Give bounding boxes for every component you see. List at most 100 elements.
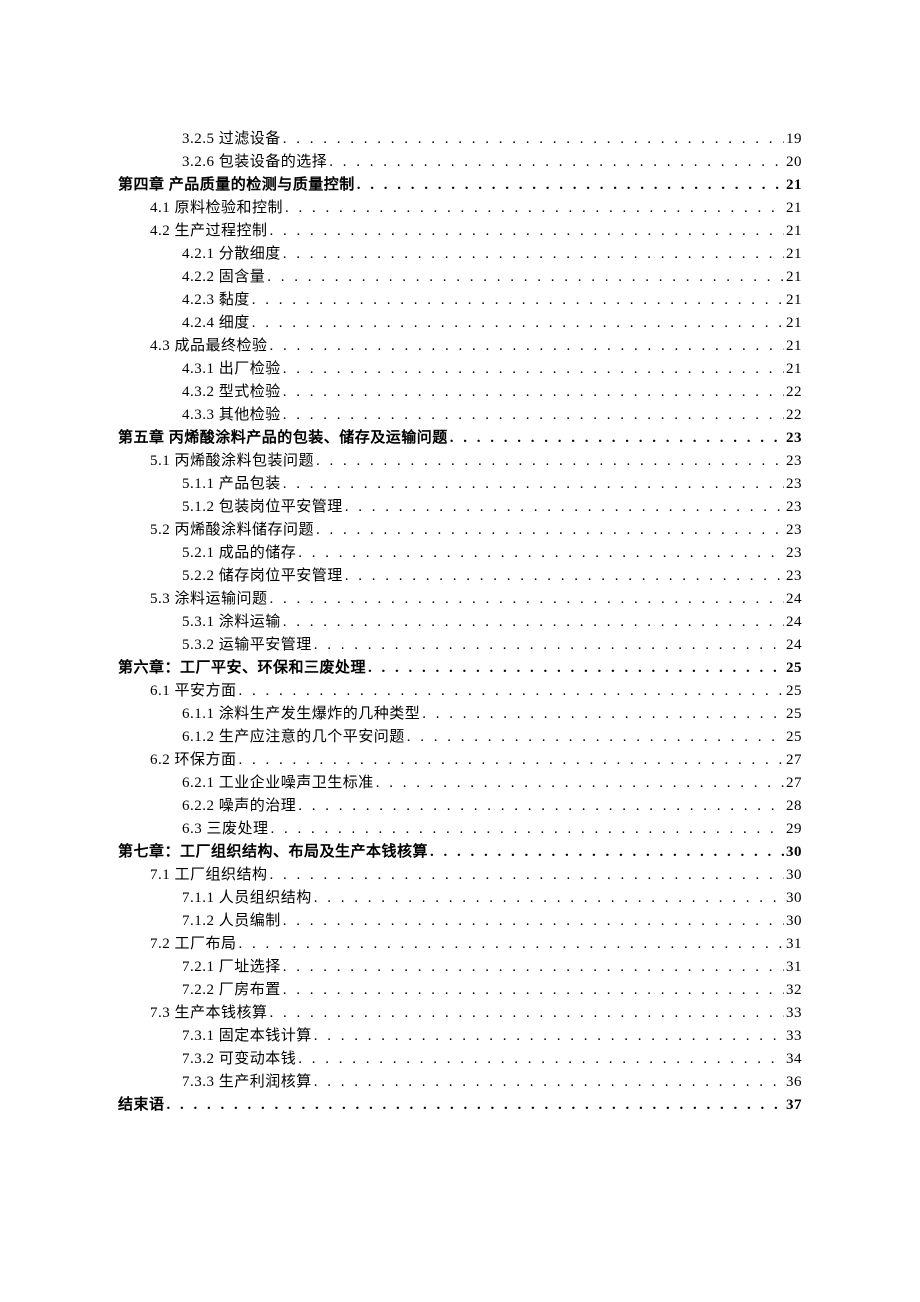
toc-leader-dots: . . . . . . . . . . . . . . . . . . . . … xyxy=(422,703,784,726)
toc-entry-page: 25 xyxy=(786,703,802,726)
toc-entry: 3.2.6 包装设备的选择. . . . . . . . . . . . . .… xyxy=(118,151,802,174)
toc-leader-dots: . . . . . . . . . . . . . . . . . . . . … xyxy=(345,565,784,588)
toc-entry: 4.2.2 固含量. . . . . . . . . . . . . . . .… xyxy=(118,266,802,289)
toc-entry-text: 5.2.1 成品的储存 xyxy=(182,542,296,565)
toc-leader-dots: . . . . . . . . . . . . . . . . . . . . … xyxy=(283,611,784,634)
toc-entry: 5.3.2 运输平安管理. . . . . . . . . . . . . . … xyxy=(118,634,802,657)
toc-leader-dots: . . . . . . . . . . . . . . . . . . . . … xyxy=(167,1094,784,1117)
toc-leader-dots: . . . . . . . . . . . . . . . . . . . . … xyxy=(283,979,784,1002)
toc-entry: 结束语. . . . . . . . . . . . . . . . . . .… xyxy=(118,1094,802,1117)
toc-leader-dots: . . . . . . . . . . . . . . . . . . . . … xyxy=(283,381,784,404)
toc-entry-text: 4.1 原料检验和控制 xyxy=(150,197,283,220)
toc-leader-dots: . . . . . . . . . . . . . . . . . . . . … xyxy=(283,910,784,933)
toc-entry-page: 25 xyxy=(786,657,802,680)
toc-entry-text: 7.2 工厂布局 xyxy=(150,933,237,956)
toc-entry: 5.2.2 储存岗位平安管理. . . . . . . . . . . . . … xyxy=(118,565,802,588)
toc-leader-dots: . . . . . . . . . . . . . . . . . . . . … xyxy=(239,933,784,956)
toc-leader-dots: . . . . . . . . . . . . . . . . . . . . … xyxy=(283,956,784,979)
toc-entry-page: 21 xyxy=(786,197,802,220)
toc-entry-page: 27 xyxy=(786,749,802,772)
toc-leader-dots: . . . . . . . . . . . . . . . . . . . . … xyxy=(239,749,784,772)
toc-entry-page: 21 xyxy=(786,335,802,358)
toc-leader-dots: . . . . . . . . . . . . . . . . . . . . … xyxy=(316,450,784,473)
toc-entry-text: 7.3.3 生产利润核算 xyxy=(182,1071,312,1094)
toc-leader-dots: . . . . . . . . . . . . . . . . . . . . … xyxy=(450,427,784,450)
toc-entry-text: 5.3.1 涂料运输 xyxy=(182,611,281,634)
toc-leader-dots: . . . . . . . . . . . . . . . . . . . . … xyxy=(329,151,784,174)
toc-entry-page: 34 xyxy=(786,1048,802,1071)
toc-entry-text: 5.2.2 储存岗位平安管理 xyxy=(182,565,343,588)
toc-entry-page: 33 xyxy=(786,1025,802,1048)
toc-entry-page: 20 xyxy=(786,151,802,174)
toc-leader-dots: . . . . . . . . . . . . . . . . . . . . … xyxy=(270,220,784,243)
toc-entry: 4.3.2 型式检验. . . . . . . . . . . . . . . … xyxy=(118,381,802,404)
toc-entry-page: 30 xyxy=(786,864,802,887)
toc-entry: 7.2.1 厂址选择. . . . . . . . . . . . . . . … xyxy=(118,956,802,979)
toc-leader-dots: . . . . . . . . . . . . . . . . . . . . … xyxy=(368,657,784,680)
toc-entry: 4.2 生产过程控制. . . . . . . . . . . . . . . … xyxy=(118,220,802,243)
toc-leader-dots: . . . . . . . . . . . . . . . . . . . . … xyxy=(252,289,784,312)
toc-leader-dots: . . . . . . . . . . . . . . . . . . . . … xyxy=(270,1002,784,1025)
toc-entry-page: 21 xyxy=(786,289,802,312)
toc-leader-dots: . . . . . . . . . . . . . . . . . . . . … xyxy=(239,680,784,703)
toc-entry-page: 22 xyxy=(786,404,802,427)
toc-leader-dots: . . . . . . . . . . . . . . . . . . . . … xyxy=(283,473,784,496)
toc-leader-dots: . . . . . . . . . . . . . . . . . . . . … xyxy=(314,1071,784,1094)
toc-leader-dots: . . . . . . . . . . . . . . . . . . . . … xyxy=(298,795,784,818)
toc-entry-text: 5.1 丙烯酸涂料包装问题 xyxy=(150,450,314,473)
toc-entry-page: 23 xyxy=(786,473,802,496)
toc-entry-text: 3.2.5 过滤设备 xyxy=(182,128,281,151)
toc-entry-page: 21 xyxy=(786,243,802,266)
toc-entry-text: 4.2.2 固含量 xyxy=(182,266,265,289)
toc-entry-page: 21 xyxy=(786,358,802,381)
toc-entry: 6.3 三废处理. . . . . . . . . . . . . . . . … xyxy=(118,818,802,841)
toc-entry-page: 23 xyxy=(786,496,802,519)
toc-leader-dots: . . . . . . . . . . . . . . . . . . . . … xyxy=(271,818,784,841)
toc-entry-page: 29 xyxy=(786,818,802,841)
toc-entry-page: 22 xyxy=(786,381,802,404)
toc-entry: 5.1.1 产品包装. . . . . . . . . . . . . . . … xyxy=(118,473,802,496)
toc-entry-page: 21 xyxy=(786,220,802,243)
toc-entry-page: 25 xyxy=(786,680,802,703)
toc-entry-page: 25 xyxy=(786,726,802,749)
toc-entry-text: 7.2.2 厂房布置 xyxy=(182,979,281,1002)
toc-entry: 5.1 丙烯酸涂料包装问题. . . . . . . . . . . . . .… xyxy=(118,450,802,473)
toc-entry: 7.3.3 生产利润核算. . . . . . . . . . . . . . … xyxy=(118,1071,802,1094)
toc-leader-dots: . . . . . . . . . . . . . . . . . . . . … xyxy=(270,335,784,358)
toc-entry-text: 5.2 丙烯酸涂料储存问题 xyxy=(150,519,314,542)
toc-entry: 第四章 产品质量的检测与质量控制. . . . . . . . . . . . … xyxy=(118,174,802,197)
toc-entry-text: 7.3 生产本钱核算 xyxy=(150,1002,268,1025)
toc-leader-dots: . . . . . . . . . . . . . . . . . . . . … xyxy=(314,887,784,910)
toc-entry-page: 23 xyxy=(786,542,802,565)
toc-leader-dots: . . . . . . . . . . . . . . . . . . . . … xyxy=(285,197,784,220)
toc-entry-text: 6.3 三废处理 xyxy=(182,818,269,841)
toc-entry-page: 32 xyxy=(786,979,802,1002)
toc-entry-text: 第五章 丙烯酸涂料产品的包装、储存及运输问题 xyxy=(118,427,448,450)
toc-entry: 6.2.2 噪声的治理. . . . . . . . . . . . . . .… xyxy=(118,795,802,818)
toc-entry: 5.3 涂料运输问题. . . . . . . . . . . . . . . … xyxy=(118,588,802,611)
toc-entry-text: 5.3.2 运输平安管理 xyxy=(182,634,312,657)
toc-entry-text: 7.1.1 人员组织结构 xyxy=(182,887,312,910)
toc-leader-dots: . . . . . . . . . . . . . . . . . . . . … xyxy=(270,864,784,887)
toc-entry-text: 第四章 产品质量的检测与质量控制 xyxy=(118,174,355,197)
toc-entry: 4.2.3 黏度. . . . . . . . . . . . . . . . … xyxy=(118,289,802,312)
toc-entry: 5.2 丙烯酸涂料储存问题. . . . . . . . . . . . . .… xyxy=(118,519,802,542)
toc-entry-text: 7.1.2 人员编制 xyxy=(182,910,281,933)
toc-entry: 第五章 丙烯酸涂料产品的包装、储存及运输问题. . . . . . . . . … xyxy=(118,427,802,450)
toc-entry-page: 37 xyxy=(786,1094,802,1117)
toc-entry: 4.3.1 出厂检验. . . . . . . . . . . . . . . … xyxy=(118,358,802,381)
toc-entry: 7.1.1 人员组织结构. . . . . . . . . . . . . . … xyxy=(118,887,802,910)
toc-entry-text: 6.2 环保方面 xyxy=(150,749,237,772)
toc-entry: 4.3 成品最终检验. . . . . . . . . . . . . . . … xyxy=(118,335,802,358)
toc-leader-dots: . . . . . . . . . . . . . . . . . . . . … xyxy=(314,1025,784,1048)
toc-entry-page: 24 xyxy=(786,588,802,611)
toc-entry-page: 23 xyxy=(786,565,802,588)
toc-entry-text: 7.1 工厂组织结构 xyxy=(150,864,268,887)
toc-entry: 7.2 工厂布局. . . . . . . . . . . . . . . . … xyxy=(118,933,802,956)
toc-entry: 4.2.1 分散细度. . . . . . . . . . . . . . . … xyxy=(118,243,802,266)
toc-entry: 6.2 环保方面. . . . . . . . . . . . . . . . … xyxy=(118,749,802,772)
toc-entry-page: 21 xyxy=(786,174,802,197)
toc-entry-text: 第六章：工厂平安、环保和三废处理 xyxy=(118,657,366,680)
toc-entry-page: 30 xyxy=(786,910,802,933)
toc-leader-dots: . . . . . . . . . . . . . . . . . . . . … xyxy=(298,1048,784,1071)
